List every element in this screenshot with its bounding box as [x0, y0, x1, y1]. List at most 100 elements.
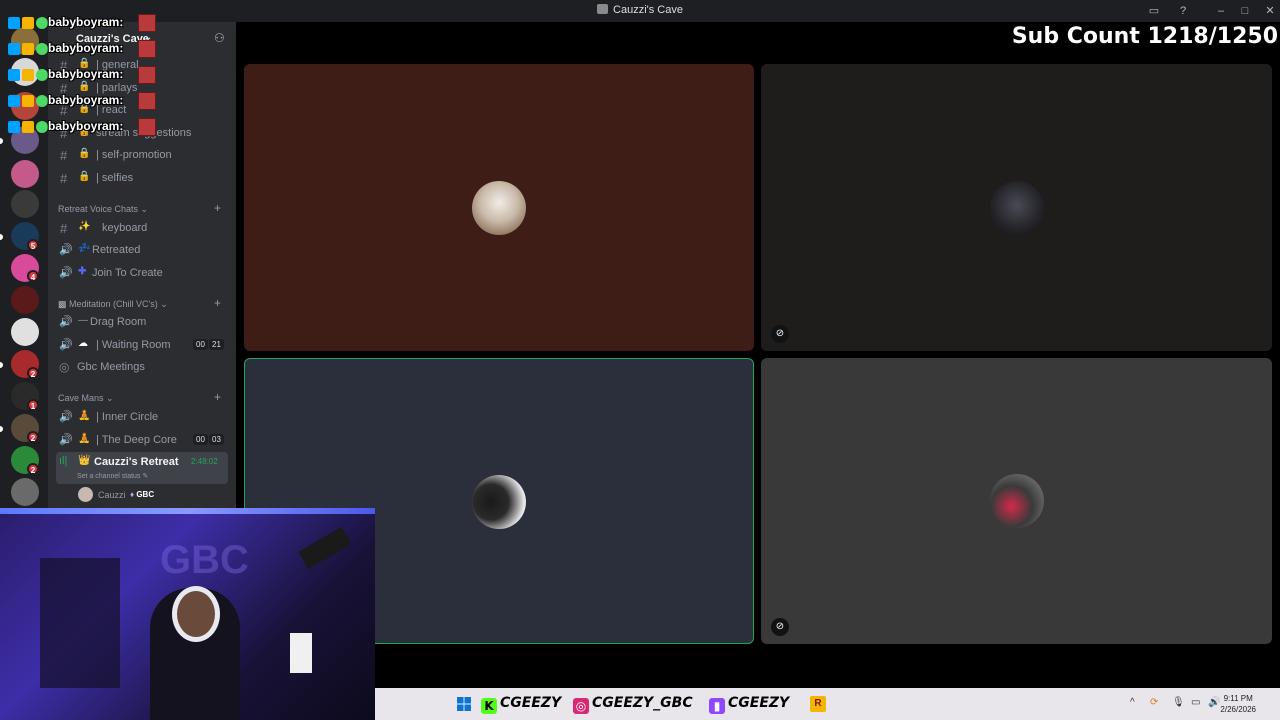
person-head — [172, 586, 220, 642]
chat-username: babyboyram: — [48, 119, 124, 133]
cup — [290, 633, 312, 673]
participant-tile[interactable]: ⊘ — [761, 64, 1272, 351]
server-icon[interactable] — [11, 190, 39, 218]
server-icon[interactable] — [11, 318, 39, 346]
unread-indicator — [0, 362, 3, 368]
voice-activity-icon: ıl| — [59, 455, 68, 467]
cloud-icon: ☁ — [78, 338, 88, 349]
server-icon[interactable] — [11, 160, 39, 188]
window-title: Cauzzi's Cave — [0, 4, 1280, 16]
microphone — [298, 526, 352, 570]
meditation-icon: 🧘 — [78, 410, 91, 421]
participant-tile[interactable]: ⊘ — [761, 358, 1272, 644]
stage-icon: ◎ — [59, 360, 70, 374]
category-cave-mans[interactable]: Cave Mans ⌄ — [58, 393, 114, 404]
chat-username: babyboyram: — [48, 15, 124, 29]
voice-member[interactable]: Cauzzi ♦ GBC — [78, 487, 228, 503]
notification-badge: 2 — [27, 463, 39, 475]
avatar — [78, 487, 93, 502]
channel-inner-circle[interactable]: 🔊 🧘 | Inner Circle — [56, 407, 228, 427]
channel-status[interactable]: Set a channel status ✎ — [77, 472, 148, 480]
badge-icon — [8, 95, 20, 107]
channel-cauzzis-retreat[interactable]: ıl| 👑 Cauzzi's Retreat 2:48:02 Set a cha… — [56, 452, 228, 484]
volume-icon[interactable]: 🔊 — [1208, 697, 1220, 708]
channel-the-deep-core[interactable]: 🔊 🧘 | The Deep Core 00 03 — [56, 430, 228, 450]
channel-gbc-meetings[interactable]: ◎ Gbc Meetings — [56, 357, 228, 377]
lock-icon: 🔒 — [78, 171, 91, 182]
add-member-icon[interactable]: ⚇ — [214, 31, 225, 45]
speaker-icon: 🔊 — [59, 339, 73, 351]
channel-keyboard[interactable]: # ✨ keyboard — [56, 218, 228, 238]
system-clock[interactable]: 9:11 PM 2/26/2026 — [1220, 693, 1256, 715]
camera-off-icon: ⊘ — [771, 325, 789, 343]
server-icon[interactable] — [11, 286, 39, 314]
instagram-handle: ◎ CGEEZY_GBC — [573, 695, 693, 714]
avatar — [990, 474, 1044, 528]
channel-label: Gbc Meetings — [77, 361, 145, 373]
lock-icon: 🔒 — [78, 81, 91, 92]
clock-date: 2/26/2026 — [1220, 705, 1256, 714]
add-channel-icon[interactable]: + — [214, 296, 221, 310]
webcam-feed: GBC — [0, 508, 375, 720]
shelf — [40, 558, 120, 688]
hash-icon: # — [60, 171, 68, 186]
add-channel-icon[interactable]: + — [214, 201, 221, 215]
inbox-icon[interactable]: ▭ — [1146, 3, 1162, 19]
kick-handle-text: CGEEZY — [500, 695, 562, 711]
channel-label: Cauzzi's Retreat — [94, 456, 179, 468]
maximize-icon[interactable]: □ — [1237, 3, 1253, 19]
plus-icon: ✚ — [78, 266, 87, 277]
chevron-up-icon[interactable]: ^ — [1130, 697, 1135, 708]
channel-label: | Waiting Room — [96, 339, 171, 351]
channel-label: Join To Create — [92, 267, 163, 279]
sync-icon[interactable]: ⟳ — [1150, 697, 1158, 708]
window-title-text: Cauzzi's Cave — [613, 4, 683, 16]
badge-icon — [22, 95, 34, 107]
sub-count-overlay: Sub Count 1218/1250 — [1011, 24, 1278, 49]
server-icon[interactable] — [11, 478, 39, 506]
server-icon — [597, 4, 609, 14]
microphone-icon[interactable]: 🎙 — [1172, 697, 1185, 708]
channel-label: Retreated — [92, 244, 141, 256]
taskbar: K CGEEZY ◎ CGEEZY_GBC ▮ CGEEZY R ^ ⟳ 🎙 ▭ 🔊 … — [375, 688, 1280, 720]
channel-self-promotion[interactable]: # 🔒 | self-promotion — [56, 145, 228, 165]
channel-join-to-create[interactable]: 🔊 ✚ Join To Create — [56, 263, 228, 283]
windows-start-icon[interactable] — [457, 697, 471, 711]
unread-indicator — [0, 138, 3, 144]
avatar — [472, 181, 526, 235]
minimize-icon[interactable]: – — [1213, 3, 1229, 19]
clock-time: 9:11 PM — [1223, 694, 1253, 703]
participant-tile[interactable] — [244, 64, 754, 351]
app-icon[interactable]: R — [810, 696, 826, 712]
emote-icon — [138, 92, 156, 110]
channel-drag-room[interactable]: 🔊 — Drag Room — [56, 312, 228, 332]
category-retreat[interactable]: Retreat Voice Chats ⌄ — [58, 204, 148, 215]
speaker-icon: 🔊 — [59, 267, 73, 279]
category-meditation[interactable]: ▩ Meditation (Chill VC's) ⌄ — [58, 299, 168, 310]
display-icon[interactable]: ▭ — [1191, 697, 1200, 708]
user-count: 00 — [193, 339, 208, 350]
member-name: Cauzzi — [98, 490, 126, 500]
channel-label: | The Deep Core — [96, 434, 177, 446]
channel-waiting-room[interactable]: 🔊 ☁ | Waiting Room 00 21 — [56, 335, 228, 355]
user-limit: 03 — [209, 434, 224, 445]
add-channel-icon[interactable]: + — [214, 390, 221, 404]
twitch-handle: ▮ CGEEZY — [709, 695, 789, 714]
badge-icon — [22, 43, 34, 55]
twitch-icon: ▮ — [709, 698, 725, 714]
help-icon[interactable]: ? — [1175, 3, 1191, 19]
category-label: Retreat Voice Chats — [58, 204, 139, 214]
channel-label: keyboard — [102, 222, 148, 234]
window-titlebar: Cauzzi's Cave ▭ ? – □ ✕ — [0, 0, 1280, 22]
close-icon[interactable]: ✕ — [1262, 3, 1278, 19]
channel-selfies[interactable]: # 🔒 | selfies — [56, 168, 228, 188]
camera-off-icon: ⊘ — [771, 618, 789, 636]
channel-status-text: Set a channel status — [77, 473, 141, 480]
badge-icon — [36, 17, 48, 29]
emote-icon — [138, 14, 156, 32]
instagram-handle-text: CGEEZY_GBC — [592, 695, 693, 711]
sparkle-icon: ✨ — [78, 221, 91, 232]
channel-retreated[interactable]: 🔊 💤 Retreated — [56, 240, 228, 260]
zzz-icon: 💤 — [78, 243, 91, 254]
meditation-icon: 🧘 — [78, 433, 91, 444]
